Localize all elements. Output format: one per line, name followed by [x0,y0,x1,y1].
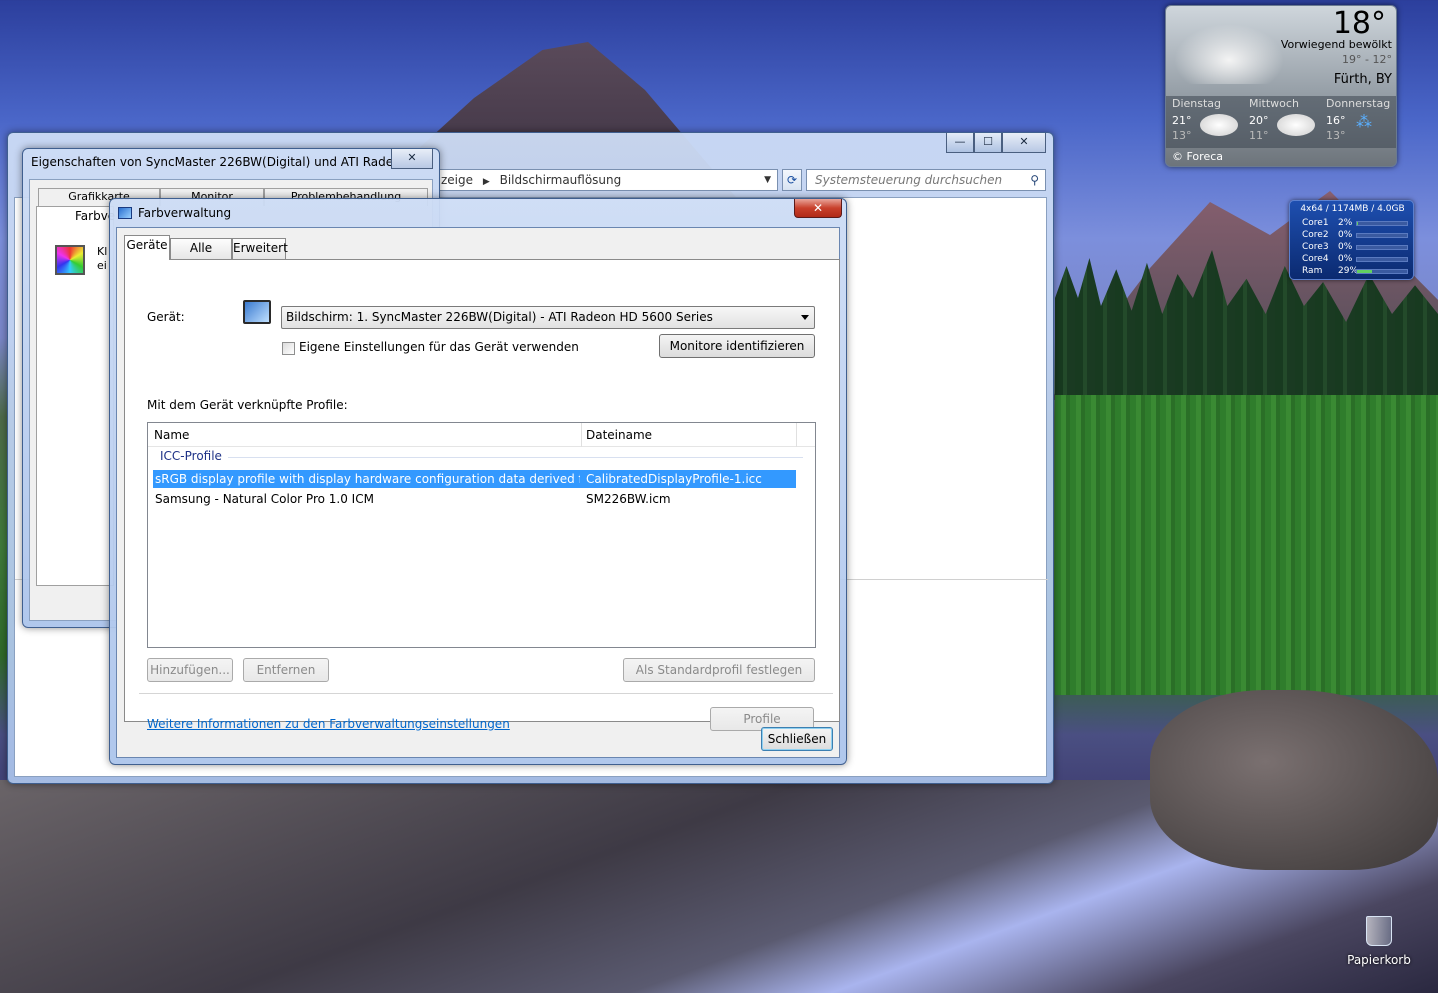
window-title: Farbverwaltung [138,206,232,220]
maximize-button[interactable]: ☐ [974,133,1002,153]
column-header-name[interactable]: Name [154,423,189,447]
row-name: Samsung - Natural Color Pro 1.0 ICM [155,492,374,506]
cpu-row-bar-fill [1357,222,1358,225]
remove-button[interactable]: Entfernen [243,658,329,682]
breadcrumb-current[interactable]: Bildschirmauflösung [500,173,622,187]
info-link[interactable]: Weitere Informationen zu den Farbverwalt… [147,717,510,731]
tab-page-geraete: Gerät: Bildschirm: 1. SyncMaster 226BW(D… [124,259,840,731]
close-dialog-button[interactable]: Schließen [761,727,833,751]
cpu-row-label: Core2 [1302,230,1329,240]
day-low: 13° [1172,129,1192,142]
search-input[interactable]: Systemsteuerung durchsuchen ⚲ [806,169,1046,191]
cpu-row-value: 2% [1338,218,1353,228]
breadcrumb-part[interactable]: zeige [441,173,473,187]
cpu-row-label: Core4 [1302,254,1329,264]
chevron-down-icon [801,315,809,320]
condition: Vorwiegend bewölkt [1280,38,1392,51]
cpu-meter-gadget[interactable]: 4x64 / 1174MB / 4.0GB Core1 2% Core2 0% Core… [1289,200,1414,280]
chevron-down-icon[interactable]: ▼ [764,170,771,190]
cpu-row-value: 29% [1338,266,1359,276]
cpu-row-label: Core1 [1302,218,1329,228]
cpu-row-bar-fill [1357,270,1372,273]
search-placeholder: Systemsteuerung durchsuchen [815,173,1003,187]
cloud-icon [1174,24,1284,84]
day-high: 20° [1249,114,1269,127]
location: Fürth, BY [1333,72,1392,87]
address-bar[interactable]: zeige ▶ Bildschirmauflösung ▼ [438,169,778,191]
tab-page-farbverwaltung: Farbve Kl ei [36,206,115,586]
day-high: 21° [1172,114,1192,127]
table-row[interactable]: Samsung - Natural Color Pro 1.0 ICM SM22… [153,490,796,508]
recycle-bin-label[interactable]: Papierkorb [1346,953,1412,967]
tab-erweitert[interactable]: Erweitert [232,238,288,259]
column-divider[interactable] [581,423,582,447]
cpu-row-label: Core3 [1302,242,1329,252]
list-header: Name Dateiname [148,423,815,447]
cpu-row-bar [1356,257,1408,262]
tab-geraete[interactable]: Geräte [124,235,170,260]
cpu-row-value: 0% [1338,242,1353,252]
cpu-row-bar [1356,221,1408,226]
partial-text: Kl [97,245,108,258]
row-name: sRGB display profile with display hardwa… [155,472,580,486]
temp-range: 19° - 12° [1342,53,1392,66]
cloud-icon [1277,114,1315,136]
own-settings-checkbox[interactable] [282,342,295,355]
recycle-bin-icon[interactable] [1366,916,1392,946]
own-settings-label[interactable]: Eigene Einstellungen für das Gerät verwe… [299,340,579,354]
partial-text-2: ei [97,259,107,272]
forecast-row: Dienstag 21° 13° Mittwoch 20° 11° Donner… [1166,96,1396,148]
tab-alle-profile[interactable]: Alle Profile [170,238,232,274]
cpu-row-bar [1356,269,1408,274]
cpu-row-bar [1356,233,1408,238]
provider-label[interactable]: © Foreca [1172,150,1223,163]
wallpaper-meadow [1055,395,1438,695]
cpu-row-label: Ram [1302,266,1323,276]
identify-monitors-button[interactable]: Monitore identifizieren [659,334,815,358]
device-select[interactable]: Bildschirm: 1. SyncMaster 226BW(Digital)… [281,306,815,329]
profiles-list[interactable]: Name Dateiname ICC-Profile sRGB display … [147,422,816,648]
day-low: 11° [1249,129,1269,142]
close-button[interactable]: ✕ [1002,133,1046,153]
color-management-window: Farbverwaltung ✕ Geräte Alle Profile Erw… [109,198,847,765]
cloud-icon [1200,114,1238,136]
set-default-button[interactable]: Als Standardprofil festlegen [623,658,815,682]
column-divider[interactable] [796,423,797,447]
wallpaper-rock [1150,690,1438,870]
refresh-icon[interactable]: ⟳ [782,169,802,191]
divider [139,693,833,694]
weather-gadget[interactable]: 18° Vorwiegend bewölkt 19° - 12° Fürth, … [1165,5,1397,167]
cpu-row-bar [1356,245,1408,250]
add-button[interactable]: Hinzufügen... [147,658,233,682]
column-header-file[interactable]: Dateiname [586,423,652,447]
app-icon [118,207,132,219]
current-temp: 18° [1332,6,1386,41]
group-divider [228,457,803,458]
device-label: Gerät: [147,310,185,324]
day-name: Mittwoch [1249,97,1299,110]
row-file: CalibratedDisplayProfile-1.icc [586,472,762,486]
day-name: Donnerstag [1326,97,1391,110]
row-file: SM226BW.icm [586,492,671,506]
search-icon[interactable]: ⚲ [1030,170,1039,190]
cpu-row-value: 0% [1338,230,1353,240]
day-high: 16° [1326,114,1346,127]
rain-icon: ⁂ [1356,112,1372,131]
color-management-icon [55,245,85,275]
cpu-header: 4x64 / 1174MB / 4.0GB [1300,204,1405,214]
minimize-button[interactable]: — [946,133,974,153]
device-select-value: Bildschirm: 1. SyncMaster 226BW(Digital)… [286,310,713,324]
table-row[interactable]: sRGB display profile with display hardwa… [153,470,796,488]
close-button[interactable]: ✕ [794,199,842,218]
day-name: Dienstag [1172,97,1222,110]
group-header[interactable]: ICC-Profile [160,449,222,463]
window-title: Eigenschaften von SyncMaster 226BW(Digit… [31,155,433,169]
close-button[interactable]: ✕ [391,149,433,169]
profiles-heading: Mit dem Gerät verknüpfte Profile: [147,398,348,412]
cpu-row-value: 0% [1338,254,1353,264]
monitor-icon [243,300,271,324]
dialog-client: Geräte Alle Profile Erweitert Gerät: Bil… [116,227,840,758]
day-low: 13° [1326,129,1346,142]
breadcrumb-arrow-icon: ▶ [482,177,490,187]
